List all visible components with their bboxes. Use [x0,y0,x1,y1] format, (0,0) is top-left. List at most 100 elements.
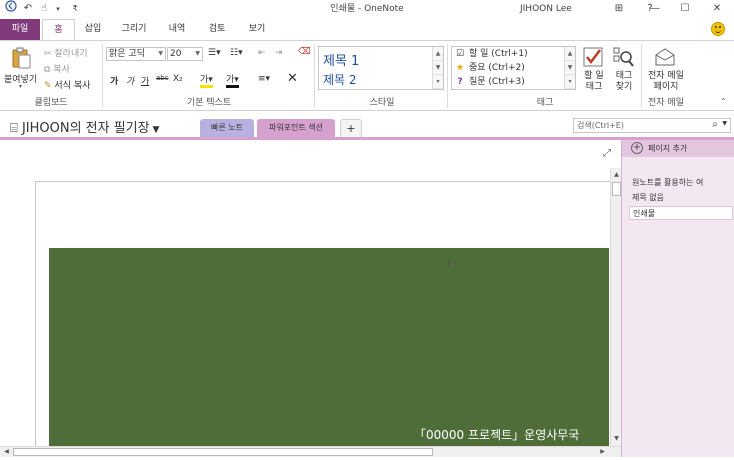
more-icon[interactable]: ▾ [565,75,575,89]
chevron-up-icon[interactable]: ▲ [433,47,443,61]
user-name[interactable]: JIHOON Lee [520,0,572,18]
underline-button[interactable]: 가 [141,74,149,87]
section-tab-quick-notes[interactable]: 빠른 노트 [200,119,254,137]
chevron-up-icon[interactable]: ▲ [565,47,575,61]
tags-gallery[interactable]: ☑ 할 일 (Ctrl+1) ★ 중요 (Ctrl+2) ? 질문 (Ctrl+3) … [451,46,576,90]
section-tab-powerpoint[interactable]: 파워포인트 섹션 [257,119,335,137]
cut-button[interactable]: ✂ 잘라내기 [44,46,88,59]
full-page-view-icon[interactable]: ⤢ [603,148,611,159]
tags-group-label: 태그 [536,98,554,108]
find-tags-button[interactable]: 태그 찾기 [610,71,638,93]
checkbox-icon: ☑ [455,49,465,59]
scissors-icon: ✂ [44,49,55,59]
tab-file[interactable]: 파일 [0,19,40,40]
align-button[interactable]: ≡▾ [258,74,270,84]
collapse-ribbon-icon[interactable]: ⌃ [720,97,727,106]
brush-icon: ✎ [44,81,55,91]
more-icon[interactable]: ▾ [433,75,443,89]
chevron-down-icon: ▼ [149,125,160,135]
chevron-down-icon: ▼ [195,50,200,57]
style-heading-1[interactable]: 제목 1 [323,50,359,69]
feedback-smiley-icon[interactable] [711,22,725,36]
bullets-button[interactable]: ☰▾ [208,48,221,58]
font-size-select[interactable]: 20 ▼ [167,47,203,61]
close-icon[interactable]: ✕ [710,0,724,18]
email-page-icon[interactable] [653,46,677,68]
add-section-button[interactable]: + [340,119,362,137]
strikethrough-button[interactable]: abc [156,74,169,82]
font-color-button[interactable]: 가▾ [226,72,239,88]
tab-review[interactable]: 검토 [198,19,236,40]
tab-home[interactable]: 홈 [42,19,75,40]
scroll-thumb[interactable] [612,182,621,196]
styles-scroll[interactable]: ▲ ▼ ▾ [432,47,443,89]
scroll-thumb[interactable] [13,448,433,456]
pages-pane: + 페이지 추가 원노트를 활용하는 여 제목 없음 인쇄물 [621,140,734,457]
delete-icon[interactable]: ✕ [287,71,298,86]
italic-button[interactable]: 가 [126,74,134,87]
highlight-button[interactable]: 가▾ [200,72,213,88]
tag-todo[interactable]: ☑ 할 일 (Ctrl+1) [455,48,528,61]
notebook-switcher[interactable]: ⌸ JIHOON의 전자 필기장 ▼ [10,117,159,136]
font-family-select[interactable]: 맑은 고딕 ▼ [106,47,166,61]
decrease-indent-button[interactable]: ⇤ [258,48,266,58]
vertical-scrollbar[interactable]: ▲ ▼ [610,168,621,446]
copy-button[interactable]: ⧉ 복사 [44,62,70,75]
style-heading-2[interactable]: 제목 2 [323,71,357,88]
bold-button[interactable]: 가 [110,74,118,87]
quick-access-more-icon[interactable]: ₹ [70,0,80,18]
tab-history[interactable]: 내역 [158,19,196,40]
notebook-icon: ⌸ [10,121,22,136]
text-cursor-icon: I [447,257,451,270]
minimize-icon[interactable]: — [648,0,662,18]
page-list-item-selected[interactable]: 인쇄물 [629,206,733,220]
divider [102,44,103,108]
tag-question[interactable]: ? 질문 (Ctrl+3) [455,76,524,89]
email-group-label: 전자 메일 [648,98,684,108]
slide-image[interactable] [49,248,609,446]
paste-dropdown-icon[interactable]: ▾ [19,83,22,90]
copy-icon: ⧉ [44,65,54,75]
search-icon[interactable]: ⌕ [712,119,718,130]
chevron-down-icon[interactable]: ▼ [565,61,575,75]
back-icon[interactable] [4,0,18,18]
scroll-left-icon[interactable]: ◀ [1,447,12,457]
paste-icon[interactable] [10,47,32,69]
question-icon: ? [457,77,463,87]
tag-important[interactable]: ★ 중요 (Ctrl+2) [455,62,525,75]
title-bar: ↶ ☝ ▾ ₹ 인쇄물 - OneNote JIHOON Lee ⊞ ? — ☐… [0,0,734,18]
divider [314,44,315,108]
ribbon-display-options-icon[interactable]: ⊞ [612,0,626,18]
clipboard-group-label: 클립보드 [34,98,68,108]
find-tags-icon[interactable] [612,46,634,68]
tab-draw[interactable]: 그리기 [112,19,156,40]
styles-gallery[interactable]: 제목 1 제목 2 ▲ ▼ ▾ [318,46,444,90]
chevron-down-icon: ▼ [158,50,163,57]
increase-indent-button[interactable]: ⇥ [275,48,283,58]
search-input[interactable]: 검색(Ctrl+E) ⌕ ▼ [573,118,731,133]
slide-caption: 「00000 프로젝트」운영사무국 [414,428,580,442]
add-page-button[interactable]: + 페이지 추가 [622,140,734,157]
divider [447,44,448,108]
tab-insert[interactable]: 삽입 [76,19,110,40]
undo-icon[interactable]: ↶ [22,0,34,18]
scroll-right-icon[interactable]: ▶ [597,447,608,457]
todo-tag-icon[interactable] [582,46,604,68]
customize-quick-access-icon[interactable]: ▾ [54,0,62,18]
subscript-button[interactable]: X₂ [173,74,183,84]
chevron-down-icon[interactable]: ▼ [722,120,727,127]
page-list-item[interactable]: 제목 없음 [632,192,664,203]
todo-tag-button[interactable]: 할 일 태그 [580,71,608,93]
touch-mode-icon[interactable]: ☝ [38,0,50,18]
email-page-button[interactable]: 전자 메일 페이지 [644,71,688,93]
tab-view[interactable]: 보기 [238,19,276,40]
restore-icon[interactable]: ☐ [678,0,692,18]
chevron-down-icon[interactable]: ▼ [433,61,443,75]
format-painter-button[interactable]: ✎ 서식 복사 [44,78,90,91]
horizontal-scrollbar[interactable]: ◀ ▶ [0,446,621,457]
clear-formatting-icon[interactable]: ⌫ [298,47,311,57]
numbering-button[interactable]: ☷▾ [230,48,243,58]
add-page-label: 페이지 추가 [648,144,688,153]
tags-scroll[interactable]: ▲ ▼ ▾ [564,47,575,89]
page-list-item[interactable]: 원노트를 활용하는 여 [632,177,703,188]
